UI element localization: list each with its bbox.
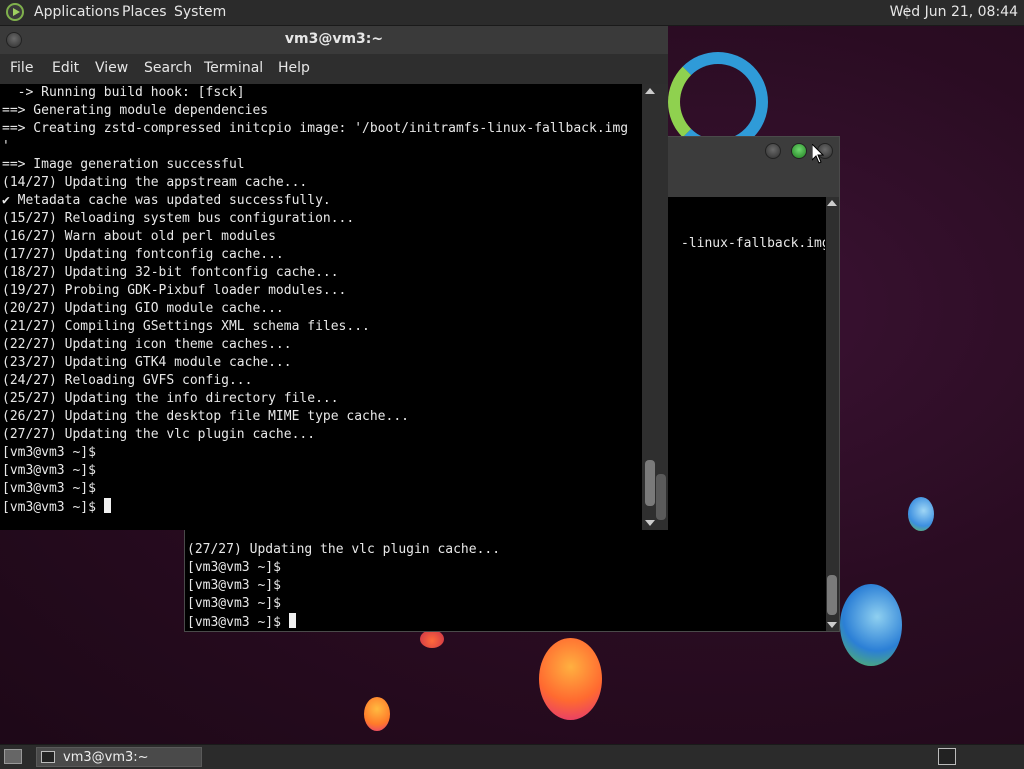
terminal-line: (15/27) Reloading system bus configurati… <box>2 211 355 226</box>
terminal-line: (23/27) Updating GTK4 module cache... <box>2 355 292 370</box>
terminal-line: [vm3@vm3 ~]$ <box>2 481 96 496</box>
system-menu[interactable]: System <box>174 4 226 20</box>
back-window-scrollbar[interactable] <box>826 197 839 631</box>
places-menu[interactable]: Places <box>122 4 167 20</box>
bottom-taskbar: vm3@vm3:~ <box>0 744 1024 769</box>
menu-view[interactable]: View <box>95 60 128 76</box>
menu-help[interactable]: Help <box>278 60 310 76</box>
terminal-line: -> Running build hook: [fsck] <box>2 85 245 100</box>
distro-logo-icon[interactable] <box>6 3 24 21</box>
terminal-line: (24/27) Reloading GVFS config... <box>2 373 253 388</box>
terminal-line: (21/27) Compiling GSettings XML schema f… <box>2 319 370 334</box>
terminal-prompt-line: [vm3@vm3 ~]$ <box>187 613 500 631</box>
terminal-line: [vm3@vm3 ~]$ <box>187 578 281 593</box>
scroll-down-icon[interactable] <box>645 520 655 526</box>
terminal-line: (25/27) Updating the info directory file… <box>2 391 339 406</box>
terminal-line: [vm3@vm3 ~]$ <box>187 596 281 611</box>
scrollbar-thumb[interactable] <box>827 575 837 615</box>
taskbar-item-label: vm3@vm3:~ <box>63 750 149 765</box>
terminal-line: (17/27) Updating fontconfig cache... <box>2 247 284 262</box>
main-window-titlebar[interactable]: vm3@vm3:~ <box>0 26 668 54</box>
terminal-line: ==> Image generation successful <box>2 157 245 172</box>
scroll-up-icon[interactable] <box>645 88 655 94</box>
terminal-line: (26/27) Updating the desktop file MIME t… <box>2 409 409 424</box>
panel-clock[interactable]: Wed Jun 21, 08:44 <box>890 4 1018 20</box>
mouse-pointer-icon <box>812 144 824 164</box>
wallpaper-bubble-small <box>908 497 934 531</box>
show-desktop-icon[interactable] <box>4 749 22 764</box>
menu-edit[interactable]: Edit <box>52 60 79 76</box>
terminal-line: [vm3@vm3 ~]$ <box>187 560 281 575</box>
text-cursor <box>103 498 111 513</box>
terminal-line: (27/27) Updating the vlc plugin cache... <box>2 427 316 442</box>
tray-terminal-icon[interactable] <box>938 748 956 765</box>
terminal-line: (18/27) Updating 32-bit fontconfig cache… <box>2 265 339 280</box>
menu-search[interactable]: Search <box>144 60 192 76</box>
terminal-line: ==> Creating zstd-compressed initcpio im… <box>2 121 629 136</box>
terminal-line: (22/27) Updating icon theme caches... <box>2 337 292 352</box>
applications-menu[interactable]: Applications <box>34 4 120 20</box>
top-panel: Applications Places System Wed Jun 21, 0… <box>0 0 1024 26</box>
minimize-icon[interactable] <box>765 143 781 159</box>
main-terminal-window[interactable]: vm3@vm3:~ File Edit View Search Terminal… <box>0 26 668 530</box>
terminal-line: ==> Generating module dependencies <box>2 103 269 118</box>
window-title: vm3@vm3:~ <box>284 31 384 47</box>
terminal-line: (16/27) Warn about old perl modules <box>2 229 276 244</box>
terminal-prompt: [vm3@vm3 ~]$ <box>2 500 104 515</box>
terminal-icon <box>41 751 55 763</box>
terminal-line: ✔ Metadata cache was updated successfull… <box>2 193 331 208</box>
scrollbar-thumb[interactable] <box>645 460 655 506</box>
scroll-up-icon[interactable] <box>827 200 837 206</box>
wallpaper-bubble-red <box>420 630 444 648</box>
terminal-line: -linux-fallback.img <box>681 236 825 251</box>
terminal-line: (27/27) Updating the vlc plugin cache... <box>187 542 501 557</box>
maximize-icon[interactable] <box>791 143 807 159</box>
terminal-prompt: [vm3@vm3 ~]$ <box>187 615 289 630</box>
wallpaper-bubble-blue <box>840 584 902 666</box>
terminal-line: [vm3@vm3 ~]$ <box>2 463 96 478</box>
wallpaper-bubble-orange <box>539 638 602 720</box>
scroll-down-icon[interactable] <box>827 622 837 628</box>
terminal-line: ' <box>2 139 10 154</box>
terminal-menubar: File Edit View Search Terminal Help <box>0 54 668 84</box>
main-window-scrollbar[interactable] <box>642 84 668 530</box>
scrollbar-thumb-shadow <box>656 474 666 520</box>
text-cursor <box>288 613 296 628</box>
wallpaper-bubble-orange-small <box>364 697 390 731</box>
taskbar-item-terminal[interactable]: vm3@vm3:~ <box>36 747 202 767</box>
terminal-line: (19/27) Probing GDK-Pixbuf loader module… <box>2 283 347 298</box>
menu-terminal[interactable]: Terminal <box>204 60 263 76</box>
terminal-prompt-line: [vm3@vm3 ~]$ <box>2 498 628 516</box>
terminal-line: (20/27) Updating GIO module cache... <box>2 301 284 316</box>
terminal-line: (14/27) Updating the appstream cache... <box>2 175 308 190</box>
menu-file[interactable]: File <box>10 60 33 76</box>
terminal-line: [vm3@vm3 ~]$ <box>2 445 96 460</box>
terminal-output[interactable]: -> Running build hook: [fsck] ==> Genera… <box>2 84 640 530</box>
